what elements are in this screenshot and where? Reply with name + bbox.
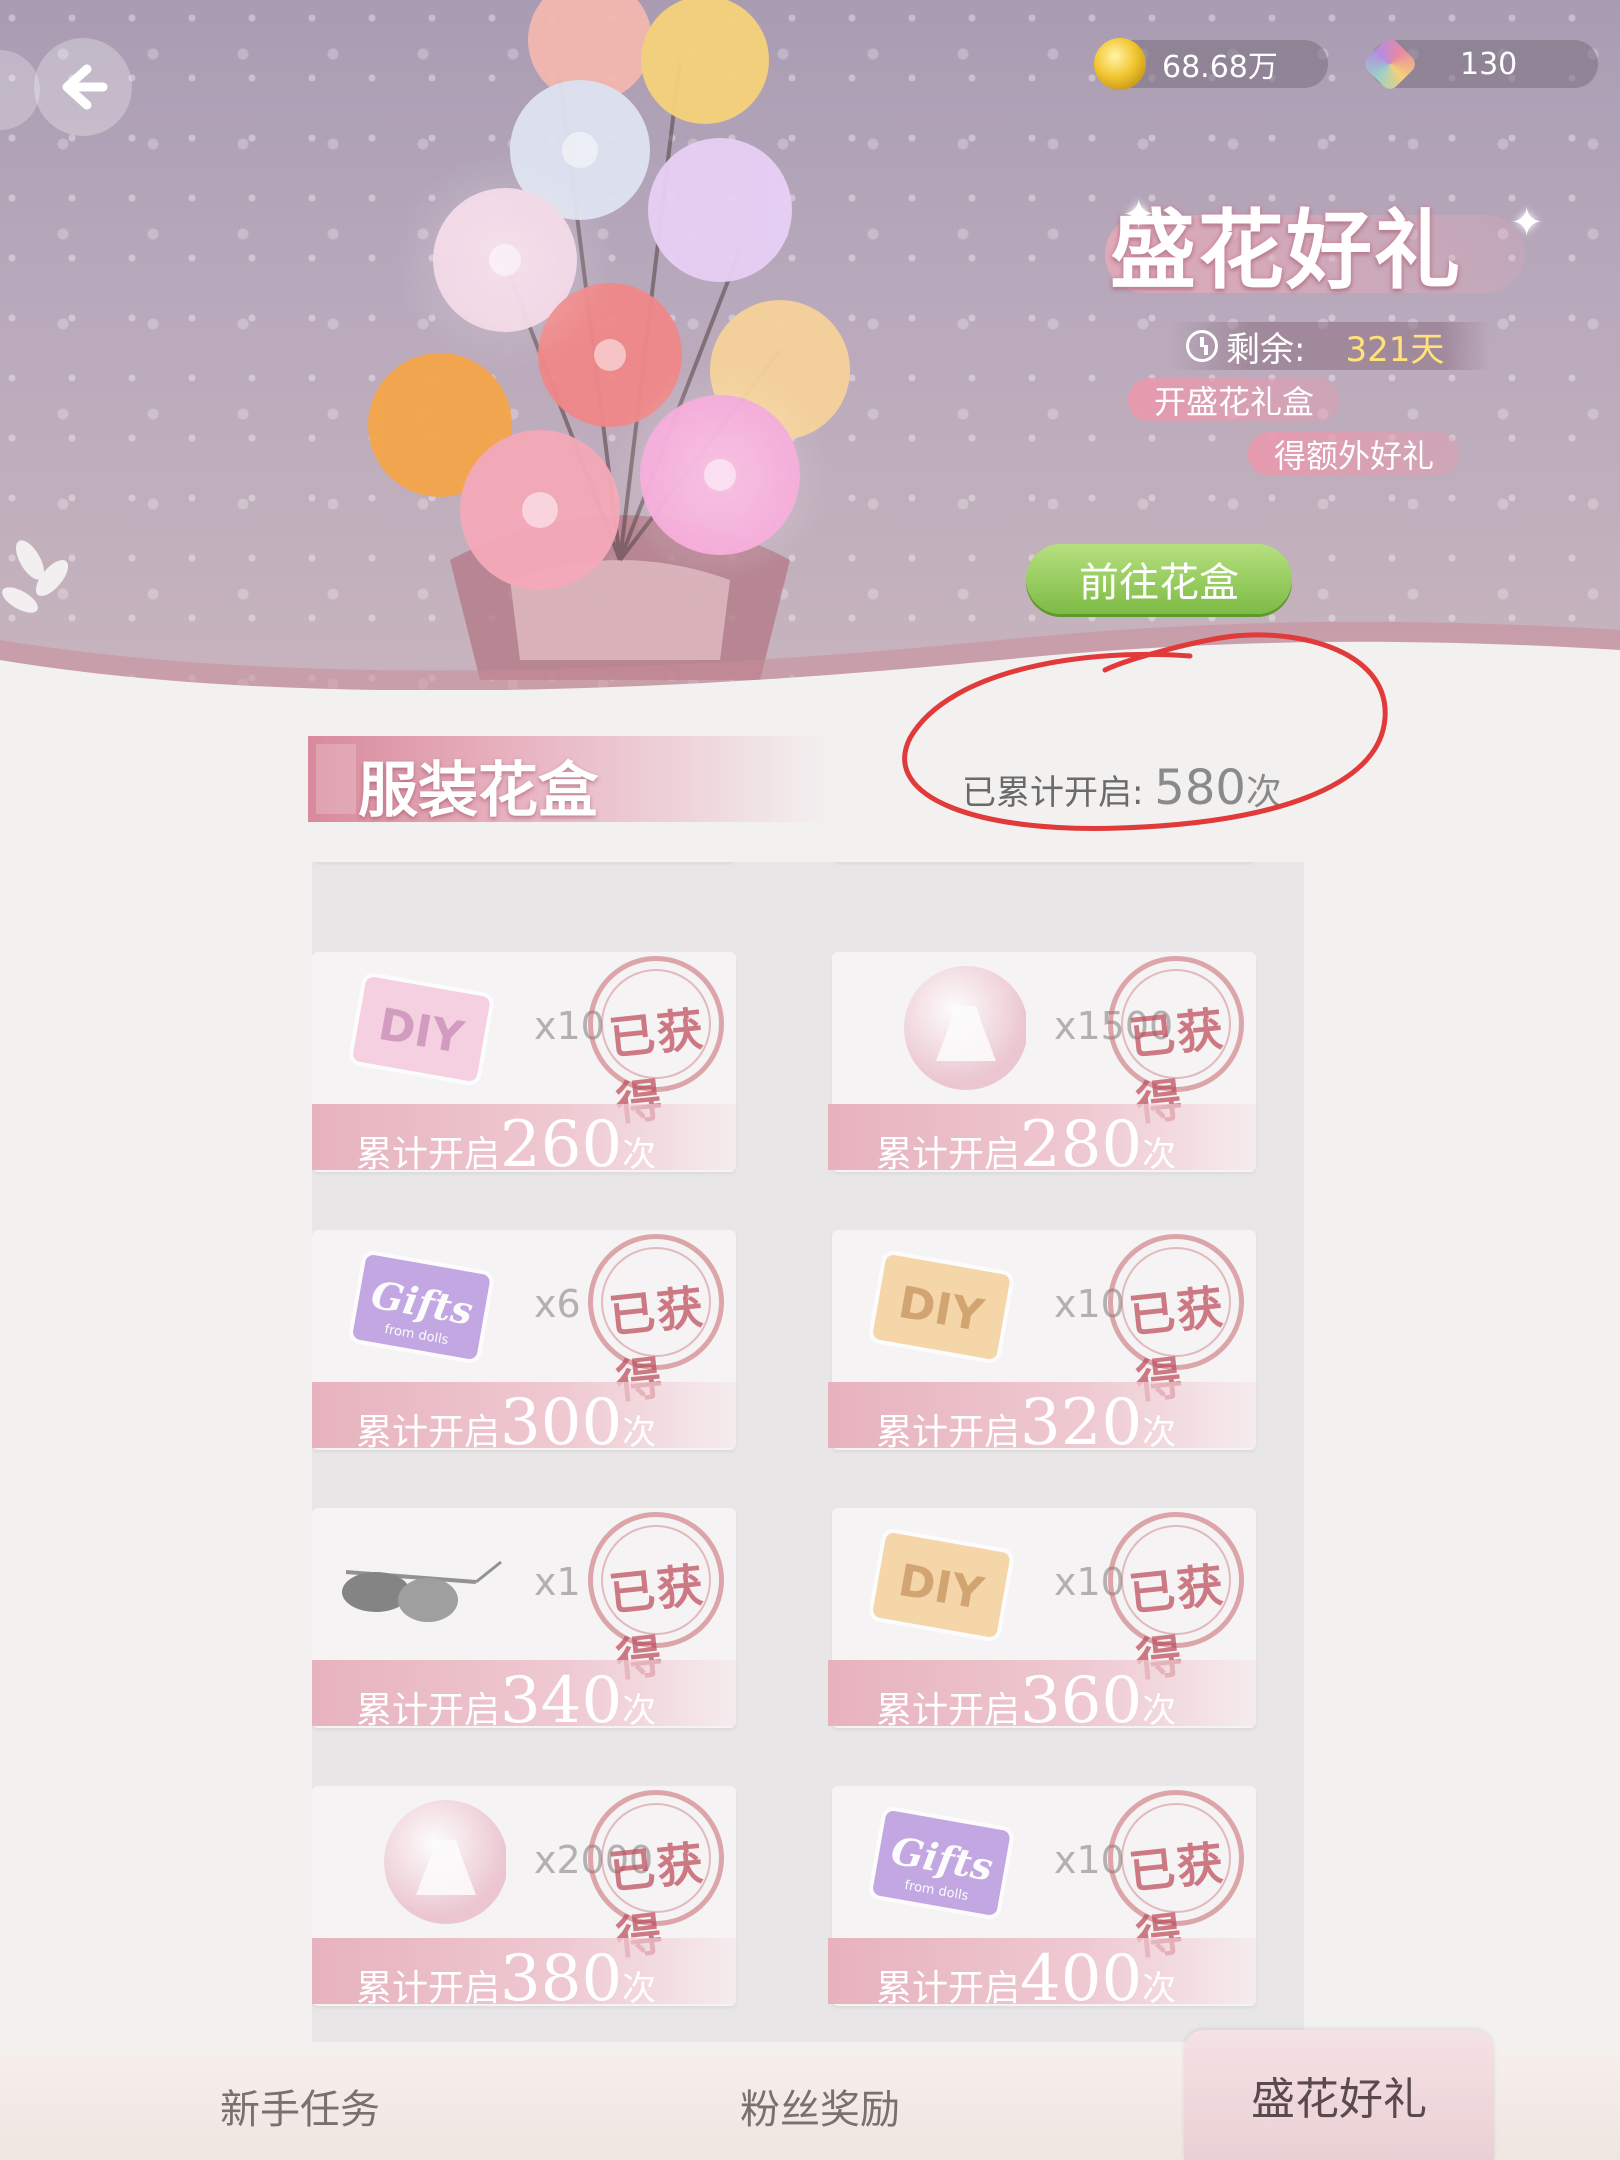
threshold-prefix: 累计开启 xyxy=(876,1134,1021,1175)
threshold-suffix: 次 xyxy=(1142,862,1176,865)
diy-card-pink-icon: DIY xyxy=(336,966,506,1096)
rewards-grid[interactable]: 累计开启220次累计开启240次DIYx10已获得累计开启260次x1500已获… xyxy=(312,862,1304,2042)
event-title: 盛花好礼 xyxy=(1110,200,1462,301)
opened-unit: 次 xyxy=(1245,772,1282,813)
threshold-prefix: 累计开启 xyxy=(876,1412,1021,1453)
threshold-value: 400 xyxy=(1020,1942,1143,2016)
dress-orb-icon xyxy=(856,966,1028,1096)
threshold-label: 累计开启220次 xyxy=(356,862,656,872)
threshold-suffix: 次 xyxy=(622,1691,657,1731)
threshold-prefix: 累计开启 xyxy=(356,1968,501,2009)
event-tagline-2: 得额外好礼 xyxy=(1248,432,1461,476)
threshold-label: 累计开启300次 xyxy=(356,1386,656,1460)
tab-flower-gifts[interactable]: 盛花好礼 xyxy=(1184,2030,1494,2160)
sunglasses-icon xyxy=(336,1522,506,1652)
event-tagline-1: 开盛花礼盒 xyxy=(1128,378,1341,422)
threshold-value: 340 xyxy=(500,1664,623,1738)
diy-card-gold-icon: DIY xyxy=(856,1522,1026,1652)
threshold-label: 累计开启400次 xyxy=(876,1942,1176,2016)
opened-counter: 已累计开启: 580次 xyxy=(962,760,1282,816)
bottom-tab-bar: 新手任务 粉丝奖励 盛花好礼 xyxy=(0,2030,1620,2160)
threshold-suffix: 次 xyxy=(622,862,656,865)
gem-icon xyxy=(1361,35,1419,93)
timer-value: 321天 xyxy=(1345,329,1445,370)
threshold-prefix: 累计开启 xyxy=(876,862,1020,865)
threshold-label: 累计开启380次 xyxy=(356,1942,656,2016)
back-arrow-icon xyxy=(62,64,108,110)
threshold-value: 300 xyxy=(500,1386,623,1460)
threshold-label: 累计开启340次 xyxy=(356,1664,656,1738)
tab-newbie-tasks[interactable]: 新手任务 xyxy=(100,2052,500,2160)
event-banner: 68.68万 130 盛花好礼 ✦ ✦ 剩余: 321天 开盛花礼盒 得额外好礼… xyxy=(0,0,1620,690)
threshold-suffix: 次 xyxy=(622,1413,657,1453)
threshold-label: 累计开启360次 xyxy=(876,1664,1176,1738)
gifts-card-icon: Gifts from dolls xyxy=(336,1244,506,1374)
threshold-suffix: 次 xyxy=(1142,1135,1177,1175)
gold-amount: 68.68万 xyxy=(1162,50,1278,85)
threshold-suffix: 次 xyxy=(622,1135,657,1175)
gem-currency[interactable]: 130 xyxy=(1361,35,1598,93)
threshold-prefix: 累计开启 xyxy=(356,1412,501,1453)
gem-amount: 130 xyxy=(1460,46,1518,82)
threshold-label: 累计开启320次 xyxy=(876,1386,1176,1460)
dress-orb-icon xyxy=(336,1800,508,1930)
reward-card[interactable]: DIY x10 已获得 累计开启260次 xyxy=(312,945,738,1182)
reward-card[interactable]: Gifts from dolls x6 已获得 累计开启300次 xyxy=(312,1223,738,1460)
flower-bouquet-illustration xyxy=(368,0,850,680)
threshold-value: 280 xyxy=(1020,1108,1143,1182)
banner-wave-divider xyxy=(0,621,1620,690)
event-timer: 剩余: 321天 xyxy=(1170,322,1490,370)
reward-card[interactable]: x1 已获得 累计开启340次 xyxy=(312,1501,738,1738)
reward-card[interactable]: x1500 已获得 累计开启280次 xyxy=(828,945,1258,1182)
threshold-suffix: 次 xyxy=(1142,1413,1177,1453)
gold-coin-icon xyxy=(1094,38,1146,90)
clock-icon xyxy=(1186,330,1218,362)
timer-label: 剩余: xyxy=(1226,329,1306,370)
sparkle-icon: ✦ xyxy=(1122,192,1156,238)
threshold-prefix: 累计开启 xyxy=(876,1690,1021,1731)
reward-quantity: x6 xyxy=(534,1282,581,1326)
opened-count: 580 xyxy=(1154,760,1246,816)
threshold-prefix: 累计开启 xyxy=(356,1134,501,1175)
threshold-label: 累计开启240次 xyxy=(876,862,1176,872)
threshold-prefix: 累计开启 xyxy=(356,1690,501,1731)
reward-card[interactable]: x2000 已获得 累计开启380次 xyxy=(312,1779,738,2016)
section-title: 服装花盒 xyxy=(358,756,598,826)
threshold-prefix: 累计开启 xyxy=(356,862,500,865)
tab-fan-rewards[interactable]: 粉丝奖励 xyxy=(620,2052,1020,2160)
threshold-value: 360 xyxy=(1020,1664,1143,1738)
section-header: 服装花盒 已累计开启: 580次 xyxy=(308,736,1288,826)
gifts-card-icon: Gifts from dolls xyxy=(856,1800,1026,1930)
back-button[interactable] xyxy=(34,38,132,136)
opened-label: 已累计开启: xyxy=(962,773,1144,813)
reward-card[interactable]: DIY x10 已获得 累计开启360次 xyxy=(828,1501,1258,1738)
gold-currency[interactable]: 68.68万 xyxy=(1094,38,1328,90)
threshold-prefix: 累计开启 xyxy=(876,1968,1021,2009)
threshold-value: 380 xyxy=(500,1942,623,2016)
reward-quantity: x1 xyxy=(534,1560,581,1604)
diy-card-gold-icon: DIY xyxy=(856,1244,1026,1374)
threshold-value: 220 xyxy=(500,862,622,872)
threshold-suffix: 次 xyxy=(1142,1691,1177,1731)
reward-card[interactable]: DIY x10 已获得 累计开启320次 xyxy=(828,1223,1258,1460)
threshold-value: 260 xyxy=(500,1108,623,1182)
threshold-value: 320 xyxy=(1020,1386,1143,1460)
reward-card[interactable]: Gifts from dolls x10 已获得 累计开启400次 xyxy=(828,1779,1258,2016)
threshold-suffix: 次 xyxy=(622,1969,657,2009)
sparkle-icon: ✦ xyxy=(1510,200,1544,246)
threshold-label: 累计开启260次 xyxy=(356,1108,656,1182)
threshold-suffix: 次 xyxy=(1142,1969,1177,2009)
threshold-label: 累计开启280次 xyxy=(876,1108,1176,1182)
threshold-value: 240 xyxy=(1020,862,1142,872)
